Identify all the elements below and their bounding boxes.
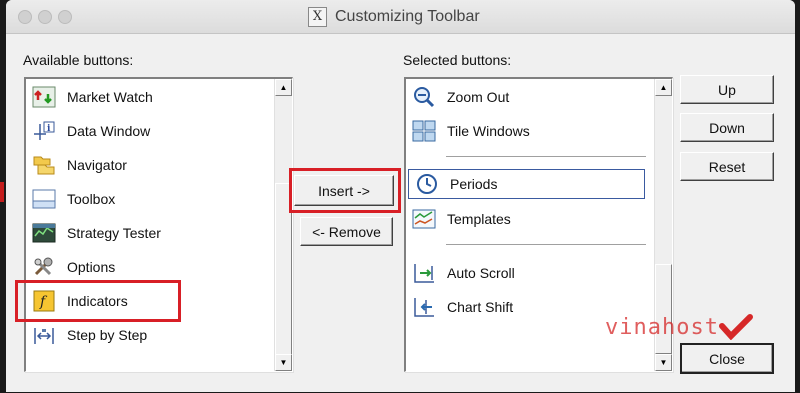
list-item-label: Periods: [450, 176, 498, 192]
svg-text:i: i: [47, 124, 51, 134]
templates-icon: [411, 207, 437, 231]
available-buttons-list[interactable]: Market Watch i Data Window Navigator Too…: [24, 77, 293, 372]
step-by-step-icon: [31, 323, 57, 347]
selected-buttons-label: Selected buttons:: [403, 52, 512, 68]
separator: [446, 156, 646, 158]
up-button[interactable]: Up: [680, 75, 774, 104]
data-window-icon: i: [31, 119, 57, 143]
tile-windows-icon: [411, 119, 437, 143]
list-item-label: Options: [67, 259, 116, 275]
remove-button[interactable]: <- Remove: [300, 217, 393, 246]
periods-icon: [414, 172, 440, 196]
chart-shift-icon: [411, 295, 437, 319]
list-item-label: Navigator: [67, 157, 127, 173]
window-title-group: X Customizing Toolbar: [308, 7, 480, 27]
scroll-up-arrow-icon[interactable]: ▲: [275, 79, 292, 96]
minimize-window-dot[interactable]: [38, 10, 52, 24]
list-item-label: Market Watch: [67, 89, 153, 105]
reset-button[interactable]: Reset: [680, 152, 774, 181]
watermark: vinahost: [605, 314, 753, 340]
window-title: Customizing Toolbar: [335, 8, 480, 25]
edge-marker: [0, 182, 4, 202]
scroll-down-arrow-icon[interactable]: ▼: [655, 354, 672, 371]
title-bar: X Customizing Toolbar: [6, 0, 795, 34]
indicators-highlight-box: [15, 280, 181, 322]
list-item-options[interactable]: Options: [26, 252, 292, 282]
customizing-toolbar-window: X Customizing Toolbar Available buttons:…: [6, 0, 795, 392]
list-item-step-by-step[interactable]: Step by Step: [26, 320, 292, 350]
options-icon: [31, 255, 57, 279]
down-button[interactable]: Down: [680, 113, 774, 142]
zoom-out-icon: [411, 85, 437, 109]
watermark-check-icon: [718, 314, 753, 340]
scroll-down-arrow-icon[interactable]: ▼: [275, 354, 292, 371]
navigator-icon: [31, 153, 57, 177]
list-item-label: Strategy Tester: [67, 225, 161, 241]
list-item-label: Chart Shift: [447, 299, 514, 315]
scroll-thumb[interactable]: [655, 264, 672, 354]
list-item-auto-scroll[interactable]: Auto Scroll: [406, 258, 672, 288]
toolbox-icon: [31, 187, 57, 211]
separator: [446, 244, 646, 246]
list-item-tile-windows[interactable]: Tile Windows: [406, 116, 672, 146]
list-item-label: Zoom Out: [447, 89, 510, 105]
available-buttons-label: Available buttons:: [23, 52, 134, 68]
list-item-market-watch[interactable]: Market Watch: [26, 82, 292, 112]
auto-scroll-icon: [411, 261, 437, 285]
scroll-up-arrow-icon[interactable]: ▲: [655, 79, 672, 96]
available-scrollbar[interactable]: ▲ ▼: [274, 79, 292, 371]
watermark-text: vinahost: [605, 314, 719, 340]
x11-app-icon: X: [308, 7, 327, 27]
list-item-strategy-tester[interactable]: Strategy Tester: [26, 218, 292, 248]
list-item-label: Data Window: [67, 123, 151, 139]
close-window-dot[interactable]: [18, 10, 32, 24]
list-item-label: Auto Scroll: [447, 265, 515, 281]
zoom-window-dot[interactable]: [58, 10, 72, 24]
list-item-toolbox[interactable]: Toolbox: [26, 184, 292, 214]
market-watch-icon: [31, 85, 57, 109]
list-item-navigator[interactable]: Navigator: [26, 150, 292, 180]
strategy-tester-icon: [31, 221, 57, 245]
list-item-label: Tile Windows: [447, 123, 530, 139]
insert-highlight-box: [289, 168, 401, 213]
list-item-zoom-out[interactable]: Zoom Out: [406, 82, 672, 112]
close-button[interactable]: Close: [680, 343, 774, 374]
list-item-periods[interactable]: Periods: [408, 169, 645, 199]
list-item-label: Templates: [447, 211, 511, 227]
list-item-templates[interactable]: Templates: [406, 204, 672, 234]
list-item-label: Step by Step: [67, 327, 148, 343]
list-item-label: Toolbox: [67, 191, 116, 207]
list-item-data-window[interactable]: i Data Window: [26, 116, 292, 146]
